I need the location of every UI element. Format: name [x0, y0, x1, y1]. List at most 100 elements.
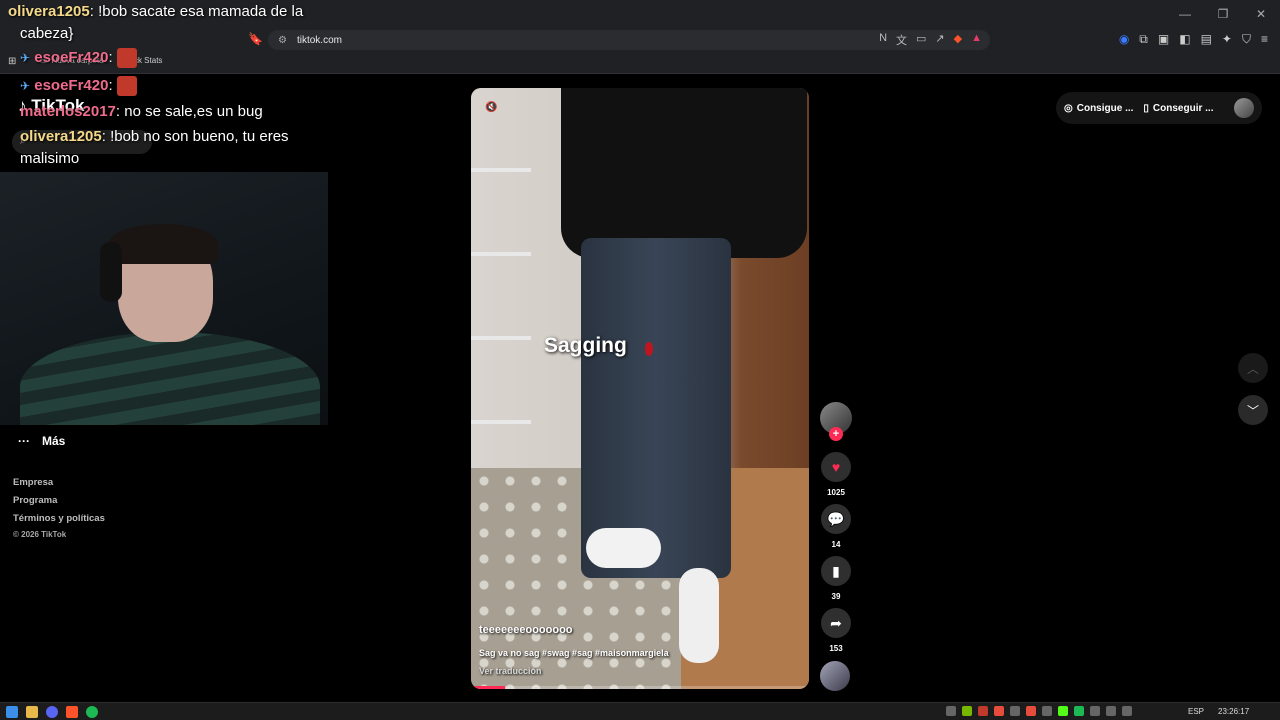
menu-icon[interactable]: ≡: [1261, 32, 1268, 47]
tray-icon[interactable]: [1074, 706, 1084, 716]
streamer-webcam: [0, 172, 328, 425]
wallet-icon[interactable]: ▤: [1201, 32, 1212, 47]
start-icon[interactable]: [6, 706, 18, 718]
address-bar[interactable]: ⚙ tiktok.com N 文 ▭ ↗ ◆ ▲: [268, 30, 990, 50]
sidebar-more[interactable]: ··· Más: [18, 434, 65, 448]
previous-video-button[interactable]: ︿: [1238, 353, 1268, 383]
shield-icon[interactable]: ◆: [954, 32, 962, 48]
site-settings-icon[interactable]: ⚙: [278, 35, 287, 46]
browser-titlebar: — ❐ ✕: [0, 0, 1280, 28]
save-count: 39: [831, 592, 841, 601]
bookmark-kick-stats[interactable]: ■ Kick Stats: [118, 56, 162, 65]
share-arrow-icon: ➦: [821, 608, 851, 638]
copyright: © 2026 TikTok: [13, 530, 67, 539]
url-text: tiktok.com: [296, 34, 342, 46]
bookmark-icon[interactable]: 🔖: [248, 32, 263, 46]
explorer-icon[interactable]: [26, 706, 38, 718]
system-clock-area[interactable]: ESP 23:26:17: [1188, 707, 1249, 716]
tray-icon[interactable]: [1010, 706, 1020, 716]
video-progress-fill: [471, 686, 505, 689]
cast-icon[interactable]: ▭: [916, 32, 926, 48]
vpn-icon[interactable]: ⛉: [1242, 32, 1251, 47]
clock[interactable]: 23:26:17: [1218, 707, 1249, 716]
close-icon[interactable]: ✕: [1242, 0, 1280, 28]
tray-icon[interactable]: [978, 706, 988, 716]
shoe-shelf: [471, 88, 531, 448]
translate-icon[interactable]: 文: [896, 32, 907, 48]
footer-link-programa[interactable]: Programa: [13, 495, 105, 513]
folder-icon: ▭: [40, 56, 48, 65]
tiktok-note-icon: ♪: [18, 96, 27, 115]
discord-icon[interactable]: [46, 706, 58, 718]
follow-plus-icon[interactable]: +: [829, 427, 843, 441]
audio-icon[interactable]: ◉: [1119, 32, 1129, 47]
video-description: Sag va no sag #swag #sag #maisonmargiela: [479, 648, 669, 658]
share-icon[interactable]: ↗: [935, 32, 944, 48]
sidebar-icon[interactable]: ◧: [1179, 32, 1190, 47]
more-dots-icon: ···: [18, 434, 30, 448]
search-icon: ⌕: [20, 135, 27, 147]
tiktok-logo[interactable]: ♪ TikTok: [18, 96, 84, 116]
share-button[interactable]: ➦ 153: [820, 608, 852, 653]
video-progress-bar[interactable]: [471, 686, 809, 689]
kick-icon: ■: [118, 56, 123, 65]
chevron-down-icon: ﹀: [1246, 403, 1259, 418]
mute-icon[interactable]: 🔇: [485, 102, 497, 113]
tray-icon[interactable]: [994, 706, 1004, 716]
footer-link-empresa[interactable]: Empresa: [13, 477, 105, 495]
next-video-button[interactable]: ﹀: [1238, 395, 1268, 425]
tray-icon[interactable]: [1090, 706, 1100, 716]
headset: [100, 242, 122, 302]
tray-icon[interactable]: [962, 706, 972, 716]
top-right-actions: ◎ Consigue ... ▯ Conseguir ...: [1056, 92, 1262, 124]
heart-icon: ♥: [821, 452, 851, 482]
screen: — ❐ ✕ 🔖 ⚙ tiktok.com N 文 ▭ ↗ ◆ ▲ ◉ ⧉ ▣ ◧…: [0, 0, 1280, 720]
video-player[interactable]: 🔇 Sagging teeeeeeeooooooo Sag va no sag …: [471, 88, 809, 689]
bookmark-save-icon: ▮: [821, 556, 851, 586]
like-button[interactable]: ♥ 1025: [820, 452, 852, 497]
comment-count: 14: [831, 540, 841, 549]
save-button[interactable]: ▮ 39: [820, 556, 852, 601]
share-count: 153: [829, 644, 843, 653]
search-input[interactable]: ⌕: [12, 130, 152, 154]
footer-link-terminos[interactable]: Términos y políticas: [13, 513, 105, 531]
extensions-icon[interactable]: ⧉: [1139, 32, 1148, 47]
brave-icon[interactable]: [66, 706, 78, 718]
reader-mode-icon[interactable]: N: [879, 32, 887, 48]
apps-icon[interactable]: ⊞: [8, 56, 16, 67]
windows-taskbar: ESP 23:26:17: [0, 702, 1280, 720]
footer-links: Empresa Programa Términos y políticas: [13, 477, 105, 531]
bookmarks-bar: ⊞ ▭ Nueva carpeta ■ Kick Stats: [0, 52, 1280, 74]
tray-icon[interactable]: [1058, 706, 1068, 716]
phone-icon: ▯: [1143, 102, 1149, 114]
tray-icon[interactable]: [1122, 706, 1132, 716]
tab-search-icon[interactable]: ▣: [1158, 32, 1169, 47]
leo-icon[interactable]: ✦: [1222, 32, 1232, 47]
spotify-icon[interactable]: [86, 706, 98, 718]
chevron-up-icon: ︿: [1246, 361, 1259, 376]
get-coins-button[interactable]: ◎ Consigue ...: [1064, 103, 1133, 114]
system-tray: [946, 706, 1132, 716]
like-count: 1025: [827, 488, 845, 497]
comment-icon: 💬: [821, 504, 851, 534]
tray-icon[interactable]: [1042, 706, 1052, 716]
comment-button[interactable]: 💬 14: [820, 504, 852, 549]
rewards-icon[interactable]: ▲: [971, 32, 982, 48]
taskbar-pinned: [6, 706, 98, 718]
translate-link[interactable]: Ver traducción: [479, 666, 542, 676]
blood-drop-icon: [645, 342, 653, 356]
bookmark-folder[interactable]: ▭ Nueva carpeta: [40, 56, 104, 65]
window-controls: — ❐ ✕: [1166, 0, 1280, 28]
minimize-icon[interactable]: —: [1166, 0, 1204, 28]
address-bar-icons: N 文 ▭ ↗ ◆ ▲: [879, 32, 982, 48]
music-disc[interactable]: [820, 661, 850, 691]
maximize-icon[interactable]: ❐: [1204, 0, 1242, 28]
get-app-button[interactable]: ▯ Conseguir ...: [1143, 103, 1213, 114]
tray-icon[interactable]: [1026, 706, 1036, 716]
tray-icon[interactable]: [946, 706, 956, 716]
tray-icon[interactable]: [1106, 706, 1116, 716]
extension-icons: ◉ ⧉ ▣ ◧ ▤ ✦ ⛉ ≡: [1119, 32, 1268, 47]
video-username[interactable]: teeeeeeeooooooo: [479, 624, 573, 636]
language-indicator[interactable]: ESP: [1188, 707, 1204, 716]
profile-avatar[interactable]: [1234, 98, 1254, 118]
